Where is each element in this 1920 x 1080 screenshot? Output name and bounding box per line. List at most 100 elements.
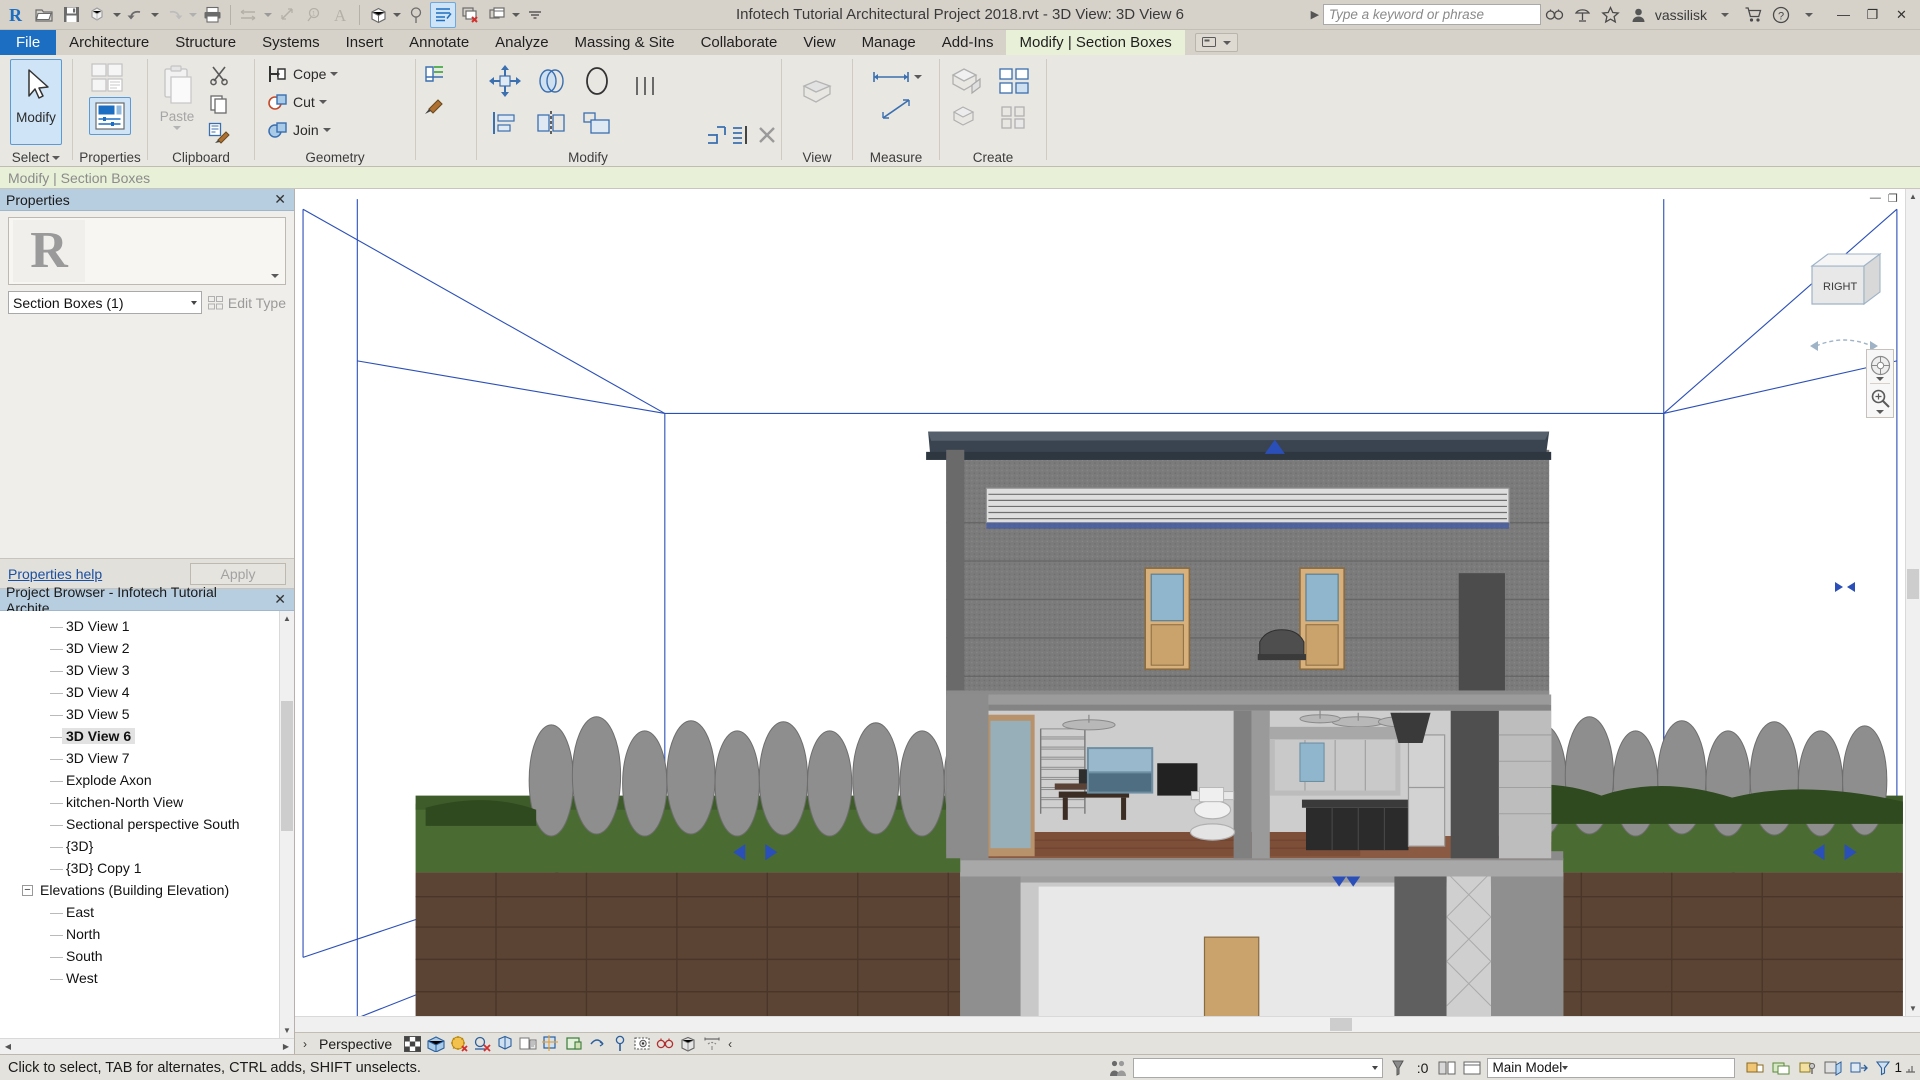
view-scroll-down-icon[interactable]: ▼ bbox=[1906, 1001, 1920, 1016]
lock-3d-view-icon[interactable] bbox=[586, 1034, 607, 1054]
mirror-pick-axis-icon[interactable] bbox=[528, 102, 574, 144]
scale-icon[interactable] bbox=[574, 102, 620, 144]
create-group-icon[interactable] bbox=[946, 102, 990, 132]
view-control-perspective-label[interactable]: Perspective bbox=[313, 1036, 400, 1052]
sync-with-central-icon[interactable] bbox=[85, 2, 111, 28]
select-underlay-icon[interactable] bbox=[1771, 1058, 1791, 1078]
steering-wheel-icon[interactable] bbox=[1868, 353, 1892, 377]
panel-select-caret-icon[interactable] bbox=[52, 156, 61, 160]
exclude-options-icon[interactable] bbox=[1388, 1058, 1408, 1078]
cut-icon[interactable] bbox=[205, 61, 233, 89]
redo-icon[interactable] bbox=[161, 2, 187, 28]
tree-item-west[interactable]: — West bbox=[0, 967, 294, 989]
create-similar-icon[interactable] bbox=[946, 61, 990, 101]
temporary-hide-isolate-icon[interactable] bbox=[609, 1034, 630, 1054]
sync-dropdown-caret-icon[interactable] bbox=[112, 2, 122, 28]
array-icon[interactable] bbox=[624, 72, 668, 100]
shadows-off-icon[interactable] bbox=[494, 1034, 515, 1054]
select-by-face-icon[interactable] bbox=[1823, 1058, 1843, 1078]
edit-type-button[interactable]: Edit Type bbox=[207, 295, 286, 311]
copy-geometry-icon[interactable] bbox=[528, 60, 574, 102]
tree-horizontal-scrollbar[interactable]: ◀ ▶ bbox=[0, 1038, 294, 1054]
tree-item-kitchen-north-view[interactable]: — kitchen-North View bbox=[0, 791, 294, 813]
view-hscroll-thumb[interactable] bbox=[1330, 1018, 1352, 1031]
tree-item-3d-brace[interactable]: — {3D} bbox=[0, 835, 294, 857]
delete-icon[interactable] bbox=[756, 121, 778, 149]
main-model-caret-icon[interactable] bbox=[1562, 1065, 1569, 1070]
modify-button[interactable]: Modify bbox=[10, 59, 62, 145]
tree-item-3d-view-4[interactable]: —3D View 4 bbox=[0, 681, 294, 703]
favorites-star-icon[interactable] bbox=[1597, 0, 1625, 30]
tree-item-3d-view-7[interactable]: —3D View 7 bbox=[0, 747, 294, 769]
trim-extend-single-icon[interactable] bbox=[704, 121, 728, 149]
instance-combo[interactable]: Section Boxes (1) bbox=[8, 291, 202, 314]
minimize-button[interactable]: — bbox=[1829, 1, 1858, 29]
default-3d-view-icon[interactable] bbox=[365, 2, 391, 28]
view-horizontal-scrollbar[interactable] bbox=[295, 1016, 1920, 1032]
tab-collaborate[interactable]: Collaborate bbox=[688, 30, 791, 55]
tree-item-elevations[interactable]: − Elevations (Building Elevation) bbox=[0, 879, 294, 901]
filter-button[interactable]: 1 bbox=[1875, 1060, 1916, 1076]
show-crop-region-icon[interactable] bbox=[563, 1034, 584, 1054]
type-selector-caret-icon[interactable] bbox=[271, 274, 279, 278]
switch-windows-icon[interactable] bbox=[484, 2, 510, 28]
tag-icon[interactable]: 1 bbox=[301, 2, 327, 28]
redo-dropdown-caret-icon[interactable] bbox=[188, 2, 198, 28]
join-caret-icon[interactable] bbox=[322, 128, 331, 132]
tab-modify-section-boxes[interactable]: Modify | Section Boxes bbox=[1006, 30, 1185, 55]
measure-dropdown-caret-icon[interactable] bbox=[263, 2, 273, 28]
view-scroll-up-icon[interactable]: ▲ bbox=[1906, 189, 1920, 204]
tab-systems[interactable]: Systems bbox=[249, 30, 333, 55]
trim-extend-multiple-icon[interactable] bbox=[730, 121, 754, 149]
customize-qat-icon[interactable] bbox=[522, 2, 548, 28]
view-scroll-thumb[interactable] bbox=[1907, 569, 1919, 599]
sun-path-icon[interactable] bbox=[471, 1034, 492, 1054]
view-tabs-scroll-icon[interactable]: › bbox=[299, 1037, 311, 1051]
tree-item-3d-copy-1[interactable]: — {3D} Copy 1 bbox=[0, 857, 294, 879]
zoom-caret-icon[interactable] bbox=[1876, 410, 1884, 414]
zoom-icon[interactable] bbox=[1868, 386, 1892, 410]
type-properties-icon[interactable] bbox=[88, 61, 132, 95]
tab-insert[interactable]: Insert bbox=[333, 30, 397, 55]
temporary-view-properties-icon[interactable] bbox=[678, 1034, 699, 1054]
view-vertical-scrollbar[interactable]: ▲ ▼ bbox=[1905, 189, 1920, 1016]
copy-icon[interactable] bbox=[205, 90, 233, 118]
tree-scroll-up-icon[interactable]: ▲ bbox=[280, 611, 294, 626]
tab-analyze[interactable]: Analyze bbox=[482, 30, 561, 55]
thin-lines-icon[interactable] bbox=[430, 1, 456, 28]
measure-icon[interactable] bbox=[236, 2, 262, 28]
tree-hscroll-right-icon[interactable]: ▶ bbox=[278, 1042, 294, 1051]
steering-wheel-caret-icon[interactable] bbox=[1876, 377, 1884, 381]
tree-item-south[interactable]: — South bbox=[0, 945, 294, 967]
measure-panel-caret-icon[interactable] bbox=[914, 75, 922, 79]
tree-scroll-thumb[interactable] bbox=[281, 701, 293, 831]
tree-vertical-scrollbar[interactable]: ▲ ▼ bbox=[279, 611, 294, 1038]
select-links-icon[interactable] bbox=[1745, 1058, 1765, 1078]
view-control-collapse-icon[interactable]: ‹ bbox=[724, 1037, 736, 1051]
print-icon[interactable] bbox=[199, 2, 225, 28]
analytical-model-icon[interactable] bbox=[701, 1034, 722, 1054]
drag-elements-icon[interactable] bbox=[1849, 1058, 1869, 1078]
select-pinned-icon[interactable] bbox=[1797, 1058, 1817, 1078]
join-geometry-button[interactable]: Join bbox=[265, 116, 333, 144]
tab-annotate[interactable]: Annotate bbox=[396, 30, 482, 55]
cut-geometry-button[interactable]: Cut bbox=[265, 88, 329, 116]
view-minimize-icon[interactable]: — bbox=[1870, 192, 1881, 205]
tree-item-3d-view-2[interactable]: —3D View 2 bbox=[0, 637, 294, 659]
split-face-icon[interactable] bbox=[421, 60, 449, 88]
paste-caret-icon[interactable] bbox=[173, 126, 181, 130]
project-browser-tree[interactable]: —3D View 1—3D View 2—3D View 3—3D View 4… bbox=[0, 611, 294, 1038]
tree-scroll-down-icon[interactable]: ▼ bbox=[280, 1023, 294, 1038]
aligned-dimension-icon[interactable] bbox=[274, 2, 300, 28]
tree-hscroll-left-icon[interactable]: ◀ bbox=[0, 1042, 16, 1051]
search-expand-arrow-icon[interactable]: ▶ bbox=[1307, 8, 1323, 21]
visual-style-icon[interactable] bbox=[448, 1034, 469, 1054]
measure-between-references-icon[interactable] bbox=[870, 63, 912, 91]
user-dropdown-caret-icon[interactable] bbox=[1711, 0, 1739, 30]
move-icon[interactable] bbox=[482, 60, 528, 102]
tab-structure[interactable]: Structure bbox=[162, 30, 249, 55]
rendering-dialog-icon[interactable] bbox=[517, 1034, 538, 1054]
detail-level-icon[interactable] bbox=[425, 1034, 446, 1054]
selection-combo-caret-icon[interactable] bbox=[1371, 1065, 1378, 1070]
tab-architecture[interactable]: Architecture bbox=[56, 30, 162, 55]
